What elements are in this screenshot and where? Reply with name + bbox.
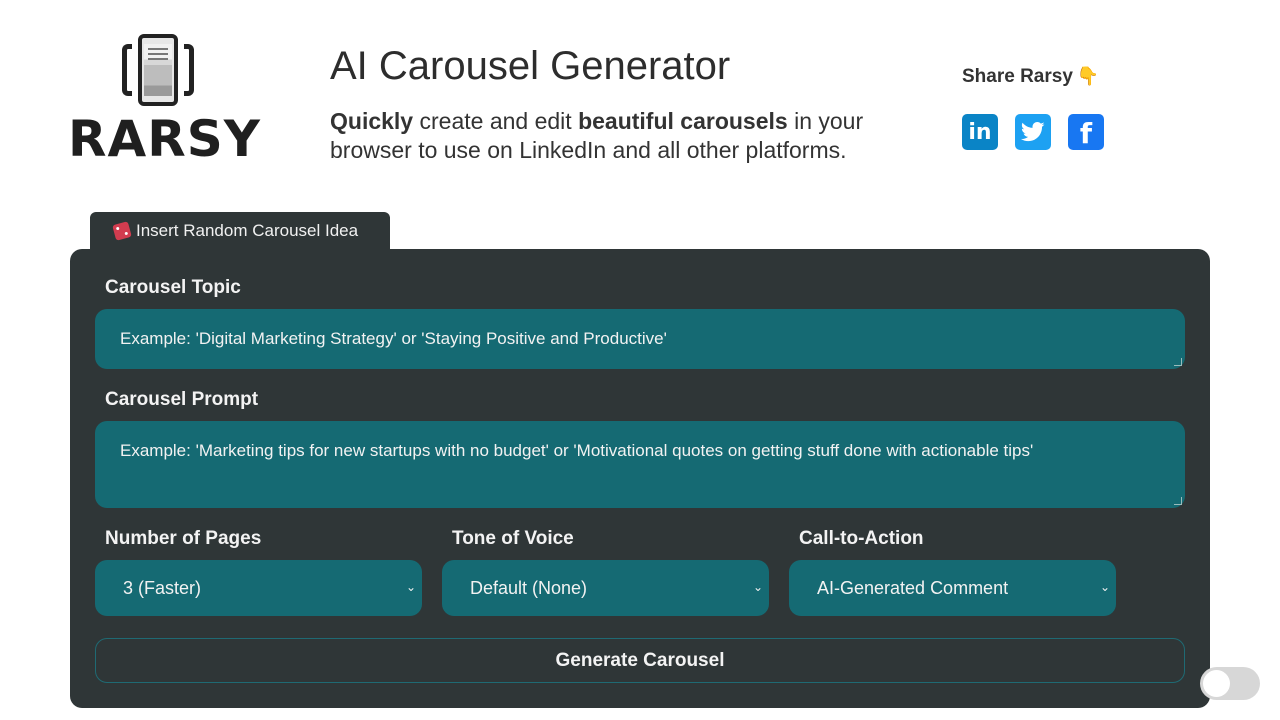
- tone-selected-value: Default (None): [470, 577, 588, 598]
- page: RARSY AI Carousel Generator Quickly crea…: [0, 0, 1280, 720]
- chevron-down-icon: ⌄: [1099, 580, 1110, 594]
- phone-icon: [122, 34, 194, 106]
- subtitle-part: create and edit: [413, 108, 579, 134]
- subtitle-part: Quickly: [330, 108, 414, 134]
- pages-label: Number of Pages: [105, 528, 262, 549]
- share-text: Share Rarsy: [962, 66, 1073, 87]
- tone-select[interactable]: Default (None) ⌄: [442, 560, 769, 616]
- dice-icon: [112, 221, 132, 241]
- logo-text: RARSY: [68, 110, 261, 168]
- page-title: AI Carousel Generator: [330, 44, 731, 88]
- topic-input[interactable]: Example: 'Digital Marketing Strategy' or…: [95, 309, 1185, 369]
- facebook-icon[interactable]: f: [1068, 114, 1104, 150]
- theme-toggle[interactable]: [1200, 667, 1260, 700]
- cta-selected-value: AI-Generated Comment: [817, 577, 1009, 598]
- social-share-buttons: in f: [962, 114, 1104, 150]
- cta-label: Call-to-Action: [799, 528, 924, 549]
- page-subtitle: Quickly create and edit beautiful carous…: [330, 107, 910, 165]
- subtitle-part: beautiful carousels: [578, 108, 788, 134]
- resize-handle[interactable]: [1174, 497, 1182, 505]
- chevron-down-icon: ⌄: [405, 580, 416, 594]
- linkedin-icon[interactable]: in: [962, 114, 998, 150]
- cta-select[interactable]: AI-Generated Comment ⌄: [789, 560, 1116, 616]
- pages-select[interactable]: 3 (Faster) ⌄: [95, 560, 422, 616]
- topic-placeholder: Example: 'Digital Marketing Strategy' or…: [120, 329, 667, 348]
- share-label: Share Rarsy 👇: [962, 66, 1099, 88]
- insert-random-idea-button[interactable]: Insert Random Carousel Idea: [90, 212, 390, 250]
- topic-label: Carousel Topic: [105, 277, 241, 298]
- resize-handle[interactable]: [1174, 358, 1182, 366]
- linkedin-glyph: in: [968, 119, 992, 145]
- prompt-placeholder: Example: 'Marketing tips for new startup…: [120, 441, 1034, 460]
- prompt-label: Carousel Prompt: [105, 389, 259, 410]
- twitter-bird-shape: [1021, 122, 1045, 142]
- pages-selected-value: 3 (Faster): [123, 577, 202, 598]
- toggle-knob: [1203, 670, 1230, 697]
- prompt-input[interactable]: Example: 'Marketing tips for new startup…: [95, 421, 1185, 508]
- twitter-icon[interactable]: [1015, 114, 1051, 150]
- pointing-down-icon: 👇: [1076, 66, 1100, 86]
- carousel-form-panel: Carousel Topic Example: 'Digital Marketi…: [70, 249, 1210, 708]
- generate-carousel-button[interactable]: Generate Carousel: [95, 638, 1185, 683]
- tone-label: Tone of Voice: [452, 528, 574, 549]
- rarsy-logo[interactable]: RARSY: [68, 34, 260, 168]
- chevron-down-icon: ⌄: [752, 580, 763, 594]
- facebook-glyph: f: [1079, 117, 1093, 150]
- insert-random-idea-label: Insert Random Carousel Idea: [136, 221, 359, 240]
